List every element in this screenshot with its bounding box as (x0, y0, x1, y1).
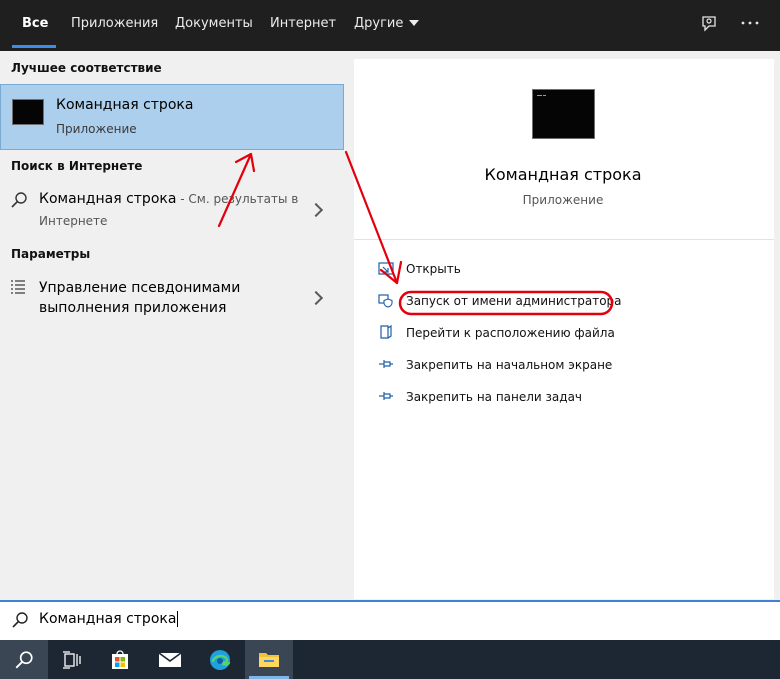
action-open[interactable]: Открыть (406, 262, 461, 276)
taskbar (0, 640, 780, 679)
chevron-down-icon (409, 19, 420, 26)
pin-start-icon (379, 360, 393, 368)
list-settings-icon (11, 280, 25, 294)
feedback-icon[interactable] (699, 14, 719, 34)
search-icon (12, 612, 28, 628)
taskbar-search-button[interactable] (0, 640, 48, 679)
store-app-button[interactable] (96, 640, 144, 679)
file-explorer-button[interactable] (245, 640, 293, 679)
web-result-item[interactable]: Командная строка - См. результаты в Инте… (0, 181, 342, 233)
search-icon (15, 651, 33, 669)
web-result-text: Командная строка - См. результаты в (39, 191, 298, 207)
mail-icon (158, 652, 182, 667)
best-match-title: Командная строка (56, 97, 194, 113)
preview-subtitle: Приложение (522, 193, 604, 207)
chevron-right-icon (308, 202, 324, 218)
settings-result-line2: выполнения приложения (39, 300, 227, 316)
settings-result-line1: Управление псевдонимами (39, 280, 241, 296)
tab-other[interactable]: Другие (354, 0, 420, 51)
section-web: Поиск в Интернете (11, 159, 143, 173)
search-input[interactable]: Командная строка (39, 611, 179, 627)
tab-all[interactable]: Все (22, 0, 48, 51)
section-best-match: Лучшее соответствие (11, 61, 162, 75)
action-open-file-location[interactable]: Перейти к расположению файла (406, 326, 615, 340)
best-match-subtitle: Приложение (56, 122, 137, 136)
preview-panel: Командная строка Приложение Открыть Запу… (354, 59, 774, 599)
active-tab-indicator (12, 45, 56, 48)
text-caret (177, 611, 179, 627)
tab-other-label: Другие (354, 16, 404, 31)
preview-title: Командная строка (484, 165, 642, 184)
chevron-right-icon (308, 290, 324, 306)
open-icon (378, 262, 394, 275)
mail-app-button[interactable] (146, 640, 194, 679)
task-view-icon (63, 651, 81, 669)
microsoft-store-icon (112, 650, 128, 669)
action-pin-to-start[interactable]: Закрепить на начальном экране (406, 358, 612, 372)
tab-internet[interactable]: Интернет (270, 0, 336, 51)
settings-result-item[interactable]: Управление псевдонимами выполнения прило… (0, 269, 342, 325)
task-view-button[interactable] (48, 640, 96, 679)
edge-app-button[interactable] (196, 640, 244, 679)
results-list: Лучшее соответствие Командная строка При… (0, 51, 354, 599)
best-match-item[interactable]: Командная строка Приложение (0, 84, 344, 150)
shield-icon (378, 294, 393, 308)
file-location-icon (380, 325, 392, 339)
tab-documents[interactable]: Документы (175, 0, 253, 51)
search-scope-bar: Все Приложения Документы Интернет Другие (0, 0, 780, 51)
search-box[interactable]: Командная строка (0, 600, 780, 640)
action-pin-to-taskbar[interactable]: Закрепить на панели задач (406, 390, 582, 404)
action-run-as-admin[interactable]: Запуск от имени администратора (406, 294, 622, 308)
web-result-line2: Интернете (39, 214, 108, 228)
edge-browser-icon (210, 650, 231, 670)
web-result-suffix: - См. результаты в (176, 192, 299, 206)
search-input-value: Командная строка (39, 611, 177, 627)
search-icon (11, 192, 27, 208)
web-result-title: Командная строка (39, 191, 177, 207)
command-prompt-icon (12, 99, 44, 125)
command-prompt-large-icon (532, 89, 595, 139)
more-options-icon[interactable] (741, 20, 759, 26)
section-settings: Параметры (11, 247, 91, 261)
folder-icon (259, 653, 279, 667)
tab-apps[interactable]: Приложения (71, 0, 158, 51)
divider (354, 239, 774, 240)
pin-taskbar-icon (379, 392, 393, 400)
